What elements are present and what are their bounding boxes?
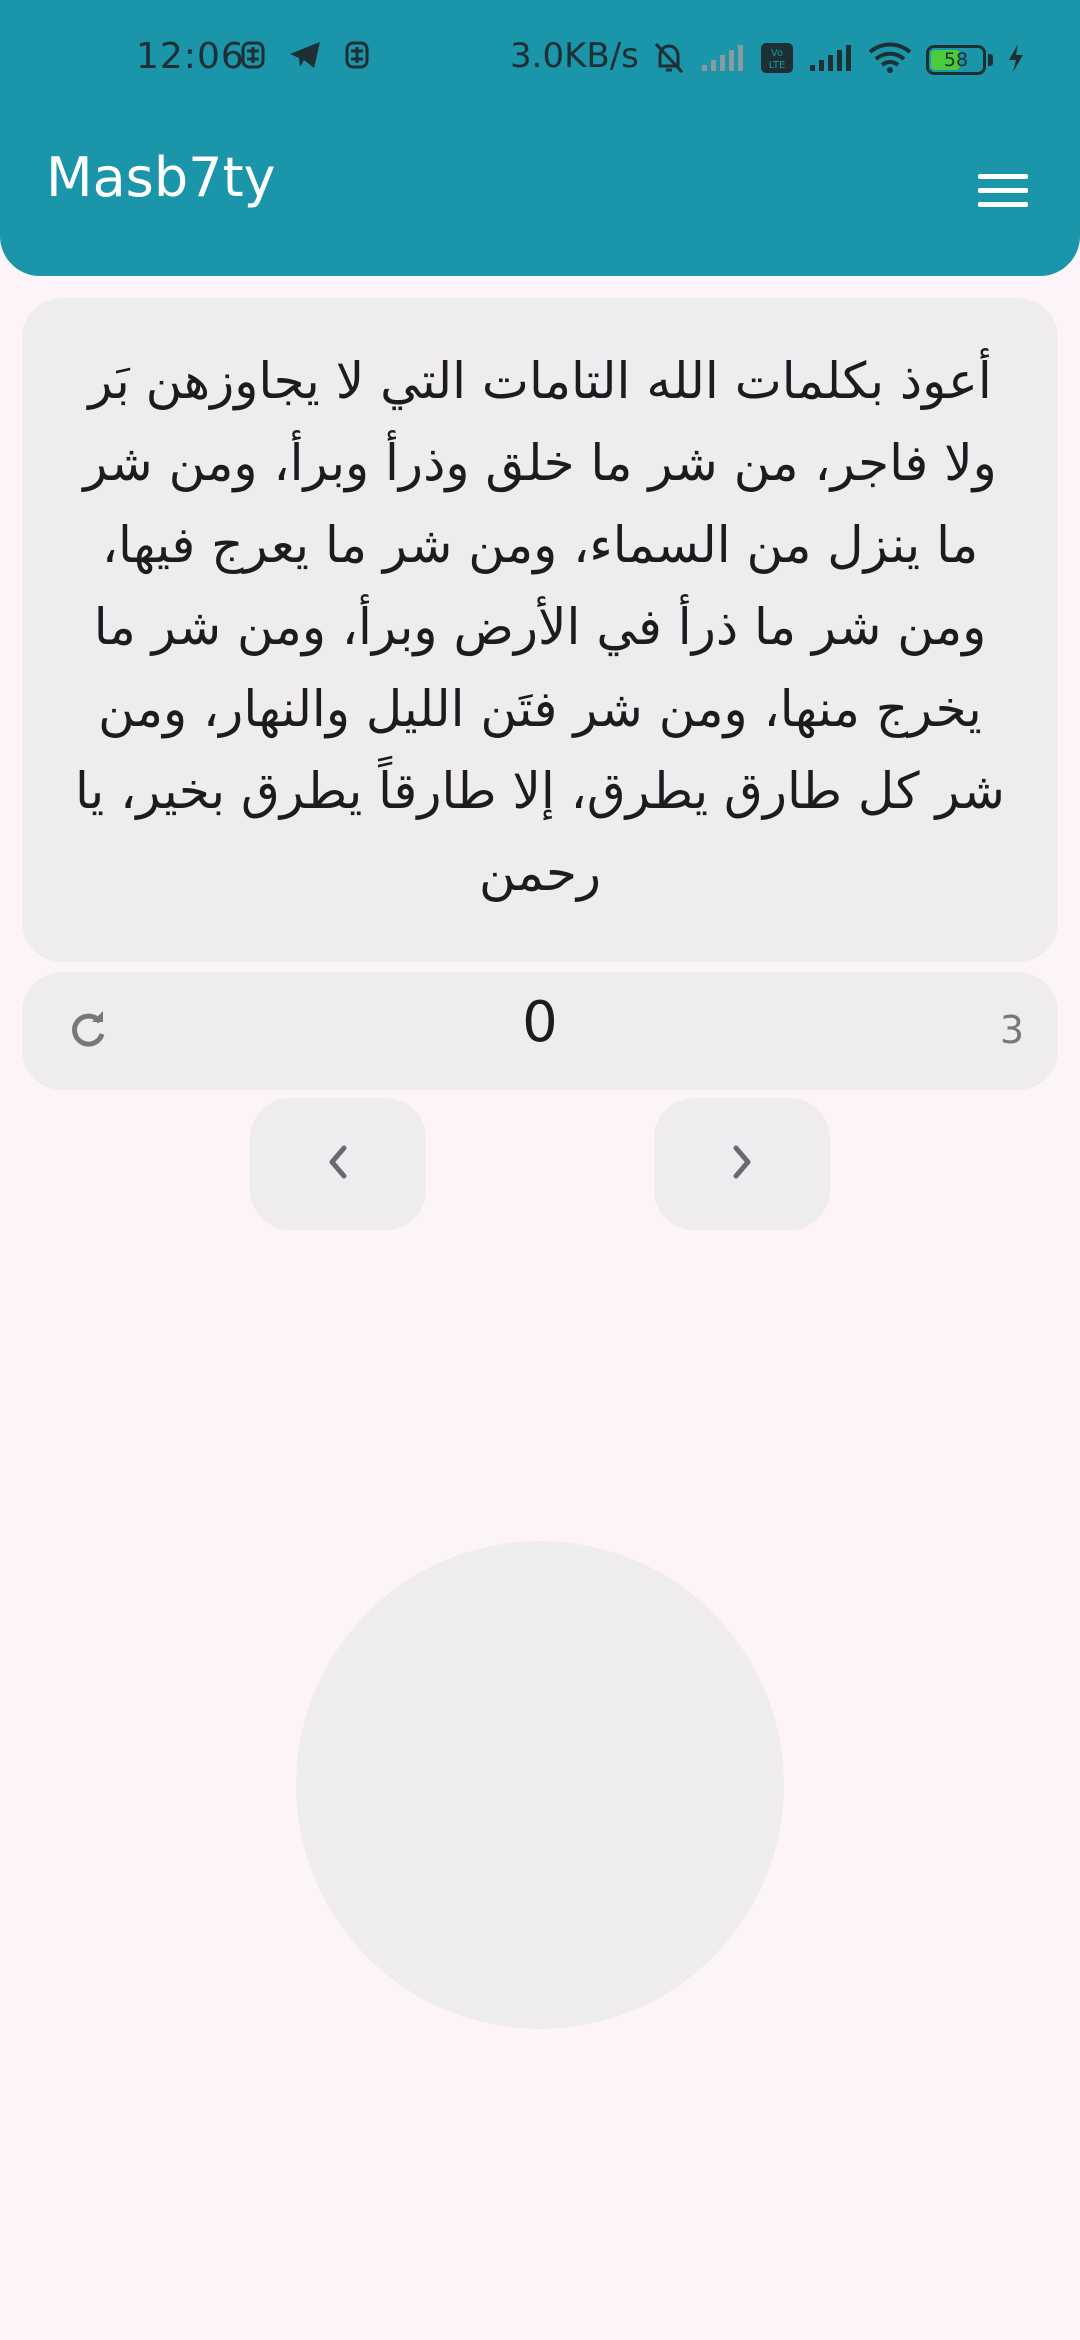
chevron-right-icon bbox=[727, 1142, 757, 1186]
signal-icon bbox=[700, 43, 746, 77]
svg-text:LTE: LTE bbox=[769, 60, 786, 71]
previous-dhikr-button[interactable] bbox=[250, 1098, 426, 1230]
status-time: 12:06 bbox=[136, 36, 245, 77]
wifi-icon bbox=[868, 42, 912, 78]
counter-bar: 0 3 bbox=[22, 972, 1058, 1090]
telegram-icon bbox=[288, 40, 322, 74]
menu-button[interactable] bbox=[960, 160, 1046, 226]
svg-text:Vo: Vo bbox=[771, 48, 783, 59]
bell-muted-icon bbox=[652, 40, 686, 80]
notification-app-icon bbox=[344, 40, 370, 74]
status-system-icons: Vo LTE 58 bbox=[652, 40, 1025, 80]
network-speed: 3.0KB/s bbox=[510, 36, 639, 76]
battery-tip bbox=[988, 54, 993, 66]
charging-icon bbox=[1007, 43, 1025, 77]
battery-icon: 58 bbox=[926, 45, 986, 75]
counter-target: 3 bbox=[999, 1008, 1024, 1052]
battery-level: 58 bbox=[943, 49, 969, 71]
status-notification-icons bbox=[240, 40, 370, 74]
app-title: Masb7ty bbox=[46, 146, 276, 209]
chevron-left-icon bbox=[323, 1142, 353, 1186]
hamburger-menu-icon bbox=[976, 171, 1030, 215]
next-dhikr-button[interactable] bbox=[654, 1098, 830, 1230]
counter-value: 0 bbox=[522, 990, 558, 1055]
notification-app-icon bbox=[240, 40, 266, 74]
dhikr-card: أعوذ بكلمات الله التامات التي لا يجاوزهن… bbox=[22, 298, 1058, 962]
status-bar: 12:06 3.0KB/s Vo LTE 58 bbox=[0, 0, 1080, 118]
app-bar: 12:06 3.0KB/s Vo LTE 58 Masb7ty bbox=[0, 0, 1080, 276]
signal-icon bbox=[808, 43, 854, 77]
tasbih-tap-button[interactable] bbox=[296, 1541, 784, 2029]
volte-icon: Vo LTE bbox=[760, 42, 794, 78]
dhikr-text: أعوذ بكلمات الله التامات التي لا يجاوزهن… bbox=[75, 352, 1005, 902]
